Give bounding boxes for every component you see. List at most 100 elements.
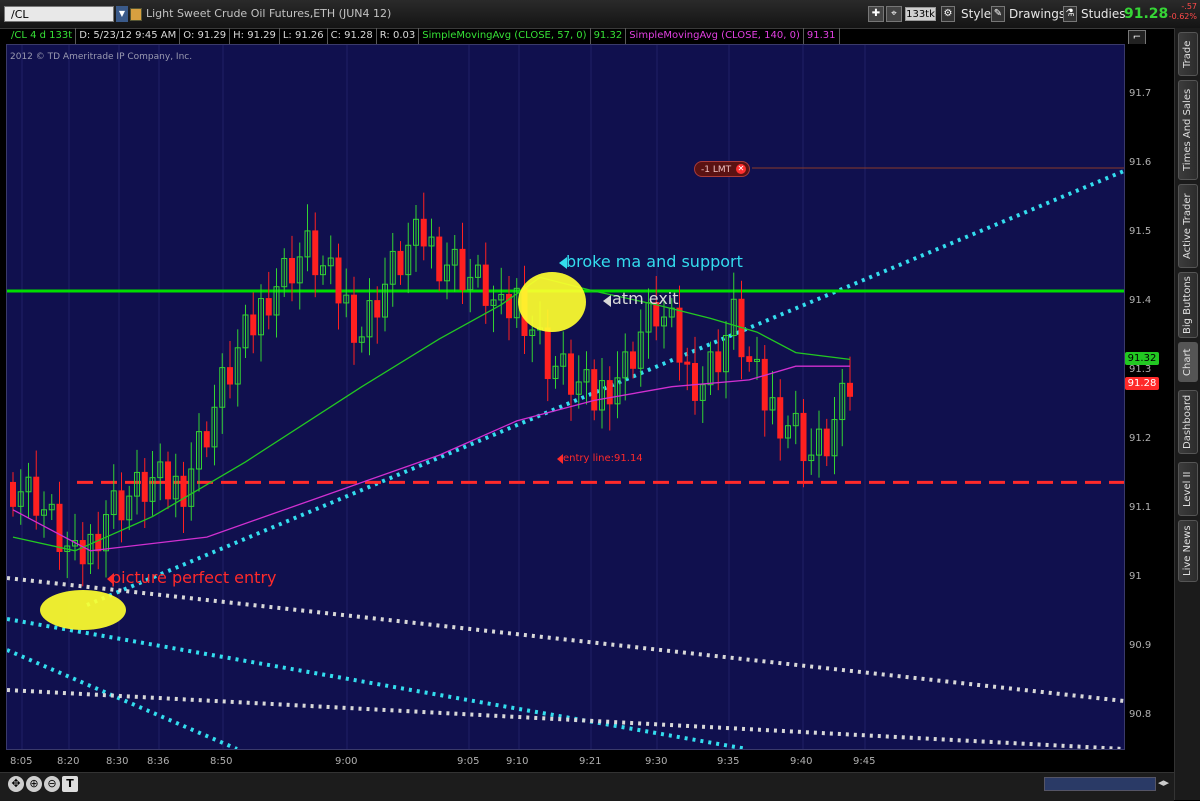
uptrend-line — [86, 169, 1124, 607]
candle-body — [95, 533, 102, 552]
candle-body — [250, 314, 257, 336]
limit-order-badge[interactable]: -1 LMT ✕ — [694, 161, 750, 177]
symbol-link-icon[interactable] — [130, 8, 142, 21]
ma140-value: 91.31 — [804, 28, 840, 44]
white-trend-line — [7, 576, 1124, 703]
tab-live-news[interactable]: Live News — [1178, 520, 1198, 582]
candle-body — [684, 361, 691, 365]
candle-body — [715, 351, 722, 373]
candle-body — [630, 351, 636, 369]
price-tick: 91.5 — [1129, 226, 1152, 237]
change-absolute: -.57 — [1181, 2, 1197, 11]
chart-info-bar: /CL 4 d 133t D: 5/23/12 9:45 AM O: 91.29 H:… — [8, 28, 1125, 44]
zoom-out-icon[interactable]: ⊖ — [44, 776, 60, 792]
tab-times-and-sales[interactable]: Times And Sales — [1178, 80, 1198, 180]
time-tick: 8:30 — [106, 756, 129, 767]
price-chart[interactable] — [7, 45, 1124, 749]
candle-body — [180, 475, 187, 507]
time-tick: 8:50 — [210, 756, 233, 767]
style-button[interactable]: Style — [961, 5, 991, 23]
symbol-input[interactable]: /CL — [4, 6, 114, 22]
tab-dashboard[interactable]: Dashboard — [1178, 390, 1198, 454]
chart-scrollbar[interactable] — [1044, 777, 1156, 791]
price-tick: 90.9 — [1129, 640, 1152, 651]
white-lower-line — [7, 688, 1124, 749]
ma57-value: 91.32 — [591, 28, 627, 44]
change-percent: -0.62% — [1168, 12, 1197, 21]
ma57-label: SimpleMovingAvg (CLOSE, 57, 0) — [419, 28, 591, 44]
time-tick: 9:21 — [579, 756, 602, 767]
candle-body — [436, 236, 443, 282]
time-tick: 9:30 — [645, 756, 668, 767]
candle-body — [312, 230, 319, 276]
chart-area[interactable] — [6, 44, 1125, 750]
time-tick: 8:05 — [10, 756, 33, 767]
symbol-period: /CL 4 d 133t — [8, 28, 77, 44]
candle-body — [459, 248, 466, 291]
bar-range: R: 0.03 — [377, 28, 420, 44]
pan-icon[interactable]: ✥ — [8, 776, 24, 792]
flask-icon: ⚗ — [1063, 6, 1077, 22]
zoom-icon[interactable]: ⌖ — [886, 6, 902, 22]
last-price: 91.28 — [1124, 6, 1169, 22]
zoom-in-icon[interactable]: ⊕ — [26, 776, 42, 792]
candle-body — [289, 257, 295, 284]
symbol-dropdown-icon[interactable]: ▼ — [116, 6, 128, 22]
candle-body — [56, 503, 63, 552]
pencil-icon: ✎ — [991, 6, 1005, 22]
time-tick: 8:36 — [147, 756, 170, 767]
highlight-exit-ellipse — [518, 272, 586, 332]
top-toolbar: /CL ▼ Light Sweet Crude Oil Futures,ETH … — [0, 0, 1200, 29]
instrument-title: Light Sweet Crude Oil Futures,ETH (JUN4 … — [146, 7, 392, 20]
candle-body — [141, 471, 148, 502]
crosshair-icon[interactable]: ✚ — [868, 6, 884, 22]
price-tick: 91.3 — [1129, 364, 1152, 375]
time-tick: 9:10 — [506, 756, 529, 767]
price-tick: 91.7 — [1129, 88, 1152, 99]
candle-body — [591, 369, 598, 411]
candle-body — [823, 428, 830, 457]
last-price-label: 91.28 — [1125, 377, 1159, 390]
copyright-text: 2012 © TD Ameritrade IP Company, Inc. — [10, 52, 193, 62]
time-tick: 9:05 — [457, 756, 480, 767]
limit-order-label: -1 LMT — [701, 165, 732, 175]
price-change: -.57 -0.62% — [1167, 2, 1197, 22]
scroll-arrows-icon[interactable]: ◂▸ — [1158, 776, 1169, 789]
annotation-picture-perfect: picture perfect entry — [111, 568, 277, 587]
highlight-entry-ellipse — [40, 590, 126, 630]
candle-body — [847, 382, 853, 397]
candle-body — [544, 327, 551, 380]
candle-body — [335, 257, 342, 304]
tab-trade[interactable]: Trade — [1178, 32, 1198, 76]
gear-icon[interactable]: ⚙ — [941, 6, 955, 22]
candle-body — [606, 380, 613, 405]
candle-body — [33, 476, 40, 516]
tab-big-buttons[interactable]: Big Buttons — [1178, 272, 1198, 338]
tab-level-ii[interactable]: Level II — [1178, 462, 1198, 516]
tab-chart[interactable]: Chart — [1178, 342, 1198, 382]
candle-body — [777, 397, 784, 439]
drawings-button[interactable]: Drawings — [1009, 5, 1065, 23]
time-tick: 9:35 — [717, 756, 740, 767]
studies-button[interactable]: Studies — [1081, 5, 1126, 23]
candle-body — [397, 250, 404, 276]
close-icon[interactable]: ✕ — [736, 164, 746, 174]
time-tick: 9:00 — [335, 756, 358, 767]
right-sidebar: Trade Times And Sales Active Trader Big … — [1174, 28, 1200, 800]
price-tick: 91 — [1129, 571, 1142, 582]
time-axis: 8:05 8:20 8:30 8:36 8:50 9:00 9:05 9:10 … — [0, 750, 1173, 772]
bar-close: C: 91.28 — [328, 28, 377, 44]
time-tick: 8:20 — [57, 756, 80, 767]
tab-active-trader[interactable]: Active Trader — [1178, 184, 1198, 268]
tick-period-badge[interactable]: 133tk — [905, 7, 936, 21]
bar-open: O: 91.29 — [180, 28, 231, 44]
candle-body — [761, 358, 768, 411]
price-tick: 90.8 — [1129, 709, 1152, 720]
candle-body — [203, 431, 210, 448]
text-tool-icon[interactable]: T — [62, 776, 78, 792]
candle-body — [676, 307, 683, 363]
price-tick: 91.2 — [1129, 433, 1152, 444]
bottom-toolbar: ✥ ⊕ ⊖ T ◂▸ — [0, 772, 1174, 801]
bar-low: L: 91.26 — [280, 28, 328, 44]
annotation-entry-line: entry line:91.14 — [563, 453, 643, 464]
